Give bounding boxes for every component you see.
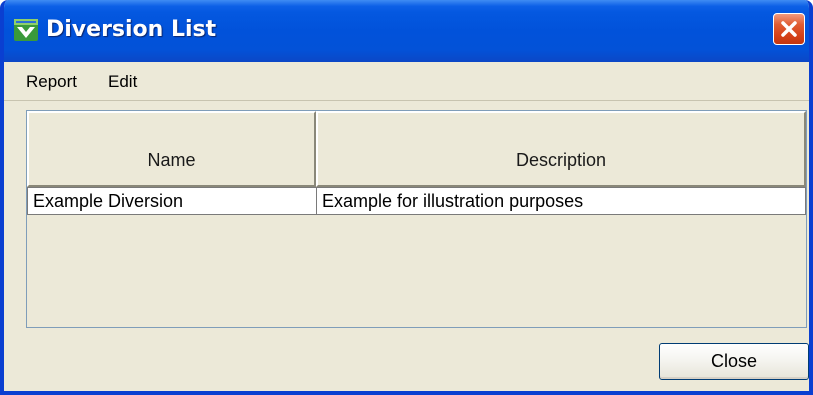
close-button[interactable]: Close: [659, 343, 809, 380]
menu-bar: Report Edit: [4, 62, 809, 101]
menu-report[interactable]: Report: [26, 72, 77, 92]
close-icon: [781, 21, 797, 37]
window-title: Diversion List: [46, 17, 217, 42]
title-bar[interactable]: Diversion List: [4, 0, 809, 62]
diversion-app-icon: [14, 19, 38, 41]
column-header-name[interactable]: Name: [27, 111, 316, 187]
diversion-list-window: Diversion List Report Edit Name Descript…: [0, 0, 813, 395]
window-close-button[interactable]: [773, 13, 805, 45]
table-row[interactable]: Example Diversion Example for illustrati…: [27, 187, 808, 217]
column-header-label: Description: [515, 150, 607, 170]
column-header-label: Name: [147, 150, 196, 170]
cell-description[interactable]: Example for illustration purposes: [316, 187, 806, 215]
column-header-description[interactable]: Description: [316, 111, 806, 187]
menu-edit[interactable]: Edit: [108, 72, 137, 92]
diversion-table: Name Description Example Diversion Examp…: [26, 110, 807, 328]
cell-name[interactable]: Example Diversion: [27, 187, 317, 215]
